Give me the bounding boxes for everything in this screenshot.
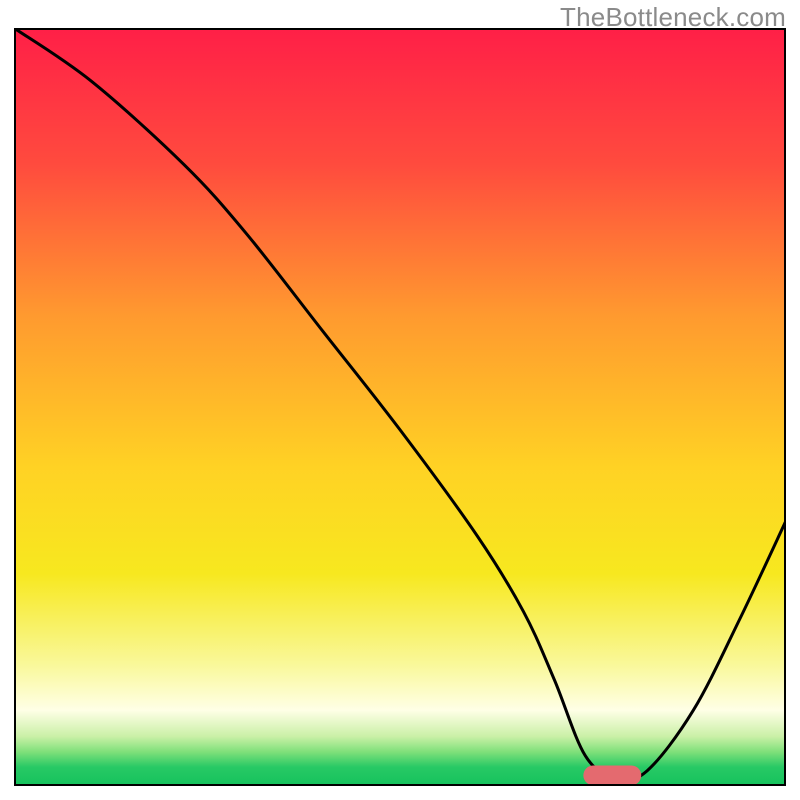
chart-background (14, 28, 786, 786)
chart-svg (14, 28, 786, 786)
chart-stage: TheBottleneck.com (0, 0, 800, 800)
chart-plot (14, 28, 786, 786)
optimal-range-marker (583, 766, 641, 786)
